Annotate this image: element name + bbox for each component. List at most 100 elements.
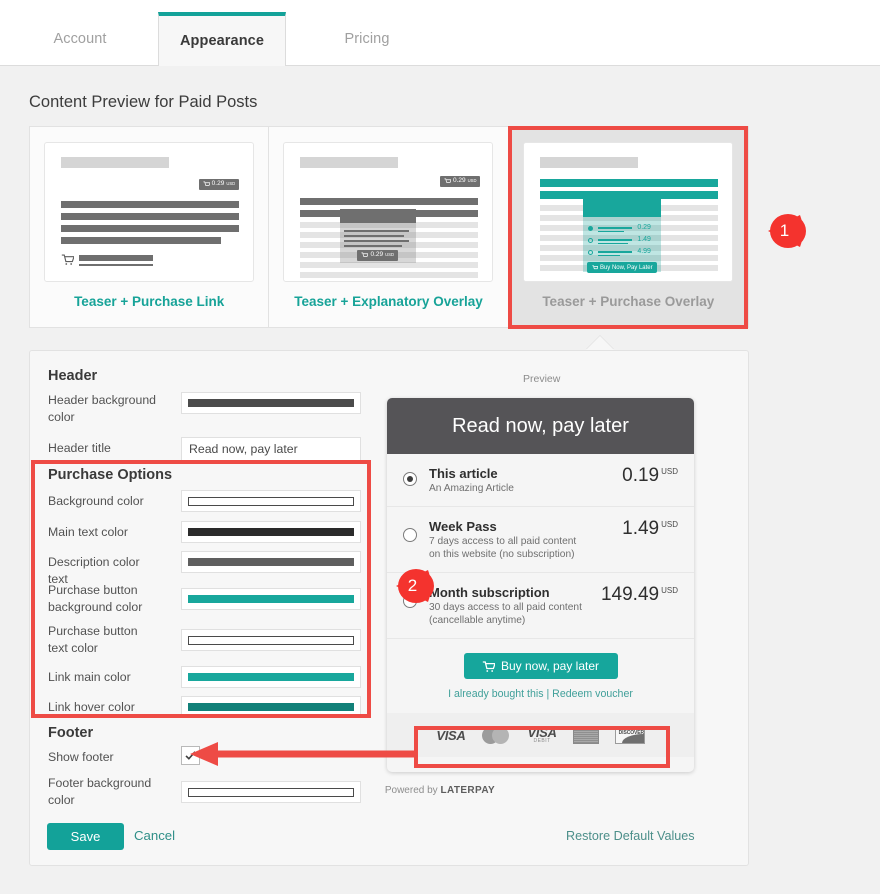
save-button[interactable]: Save [47, 823, 124, 850]
input-header-background-color[interactable] [181, 392, 361, 414]
restore-default-values-link[interactable]: Restore Default Values [566, 829, 695, 843]
input-link-hover-color[interactable] [181, 696, 361, 718]
preview-caption: Preview [523, 373, 561, 385]
tab-pricing-label: Pricing [344, 31, 390, 47]
secondary-links[interactable]: I already bought this | Redeem voucher [387, 688, 694, 700]
visa-icon: VISA [436, 727, 466, 743]
app-root: Account Appearance Pricing Content Previ… [0, 0, 880, 894]
radio-icon[interactable] [403, 594, 417, 608]
tab-bar: Account Appearance Pricing [0, 0, 880, 66]
option-price: 149.49 USD [600, 584, 678, 605]
maestro-icon [572, 726, 599, 744]
option-text: Month subscription 30 days access to all… [429, 585, 601, 627]
cart-icon [482, 660, 495, 672]
visa-debit-icon: VISA DEBIT [527, 725, 557, 744]
label-show-footer: Show footer [48, 750, 114, 764]
label-purchase-button-background-color: Purchase button background color [48, 583, 143, 614]
preview-option-this-article[interactable]: This article An Amazing Article 0.19 USD [387, 454, 694, 507]
section-header: Header [48, 368, 98, 384]
choice-teaser-purchase-link[interactable]: 0.29 USD Teaser + Purchase Link [30, 127, 270, 327]
section-purchase-options: Purchase Options [48, 467, 173, 483]
thumbnail-teaser-explanatory-overlay: 0.29 USD 0.29 USD [283, 142, 494, 282]
input-link-main-color[interactable] [181, 666, 361, 688]
choice-label: Teaser + Explanatory Overlay [294, 294, 483, 309]
tab-account[interactable]: Account [20, 12, 140, 66]
input-main-text-color[interactable] [181, 521, 361, 543]
choice-label: Teaser + Purchase Link [74, 294, 225, 309]
preview-header-title: Read now, pay later [452, 414, 629, 437]
thumb-buy-button: Buy Now, Pay Later [587, 262, 658, 273]
price-chip: 0.29 USD [439, 176, 481, 187]
cart-icon [592, 264, 598, 269]
input-purchase-button-background-color[interactable] [181, 588, 361, 610]
option-title: Month subscription [429, 585, 550, 600]
thumbnail-teaser-purchase-link: 0.29 USD [44, 142, 255, 282]
label-main-text-color: Main text color [48, 525, 128, 539]
buy-button-label: Buy now, pay later [500, 659, 600, 673]
color-swatch [188, 595, 354, 603]
option-title: Week Pass [429, 519, 497, 534]
buy-now-pay-later-button[interactable]: Buy now, pay later [463, 653, 618, 679]
thumbnail-teaser-purchase-overlay: 0.29 1.49 4.99 Buy Now, Pay Later [523, 142, 734, 282]
option-price: 0.19 USD [622, 465, 678, 486]
option-text: This article An Amazing Article [429, 466, 622, 495]
tab-account-label: Account [53, 31, 107, 47]
option-price: 1.49 USD [622, 518, 678, 539]
powered-by: Powered by LATERPAY [384, 785, 496, 796]
preview-header: Read now, pay later [387, 398, 694, 454]
checkbox-show-footer[interactable] [181, 746, 200, 765]
option-description: An Amazing Article [429, 483, 514, 494]
cart-icon [361, 252, 369, 257]
color-swatch [188, 703, 354, 711]
option-description: 7 days access to all paid content on thi… [429, 536, 577, 560]
option-text: Week Pass 7 days access to all paid cont… [429, 519, 622, 561]
section-footer: Footer [48, 725, 94, 741]
panel-caret [586, 336, 614, 350]
thumb-price-3: 4.99 [637, 248, 651, 255]
label-background-color: Background color [48, 494, 144, 508]
tab-pricing[interactable]: Pricing [312, 12, 422, 66]
thumb-price-1: 0.29 [637, 224, 651, 231]
color-swatch [188, 399, 354, 407]
preview-option-week-pass[interactable]: Week Pass 7 days access to all paid cont… [387, 507, 694, 573]
price-chip: 0.29 USD [357, 250, 398, 261]
input-purchase-button-text-color[interactable] [181, 629, 361, 651]
choice-label: Teaser + Purchase Overlay [542, 294, 715, 309]
payment-methods-row: VISA VISA DEBIT DISCOVER [387, 713, 694, 757]
cart-icon [444, 178, 451, 183]
color-swatch [188, 528, 354, 536]
laterpay-logo: LATERPAY [440, 785, 496, 796]
page-title: Content Preview for Paid Posts [29, 93, 258, 111]
callout-1 [768, 214, 806, 248]
label-header-title: Header title [48, 441, 111, 455]
radio-icon[interactable] [403, 472, 417, 486]
label-link-hover-color: Link hover color [48, 700, 135, 714]
choice-teaser-explanatory-overlay[interactable]: 0.29 USD 0.29 USD Teaser + Explanatory O… [269, 127, 509, 327]
callout-1-number: 1 [779, 221, 790, 240]
color-swatch [188, 558, 354, 566]
price-chip: 0.29 USD [198, 179, 240, 190]
cart-icon [203, 181, 210, 186]
discover-icon: DISCOVER [614, 726, 645, 744]
label-purchase-button-text-color: Purchase button text color [48, 624, 138, 655]
input-background-color[interactable] [181, 490, 361, 512]
color-swatch [188, 635, 354, 645]
thumb-price-2: 1.49 [637, 236, 651, 243]
mastercard-icon [481, 725, 512, 745]
tab-appearance-label: Appearance [179, 33, 264, 49]
label-link-main-color: Link main color [48, 670, 131, 684]
input-description-color-text[interactable] [181, 551, 361, 573]
radio-icon[interactable] [403, 528, 417, 542]
purchase-overlay-preview: Read now, pay later This article An Amaz… [387, 398, 694, 772]
input-header-title[interactable]: Read now, pay later [181, 437, 361, 461]
option-description: 30 days access to all paid content (canc… [429, 602, 582, 626]
color-swatch [188, 496, 354, 506]
check-icon [185, 751, 196, 760]
cancel-button[interactable]: Cancel [134, 828, 175, 843]
color-swatch [188, 673, 354, 681]
cart-icon [61, 254, 75, 265]
choice-teaser-purchase-overlay[interactable]: 0.29 1.49 4.99 Buy Now, Pay Later Teaser… [508, 127, 748, 327]
tab-appearance[interactable]: Appearance [158, 12, 286, 66]
content-preview-chooser: 0.29 USD Teaser + Purchase Link 0.29 USD… [29, 126, 749, 328]
preview-option-month-subscription[interactable]: Month subscription 30 days access to all… [387, 573, 694, 639]
